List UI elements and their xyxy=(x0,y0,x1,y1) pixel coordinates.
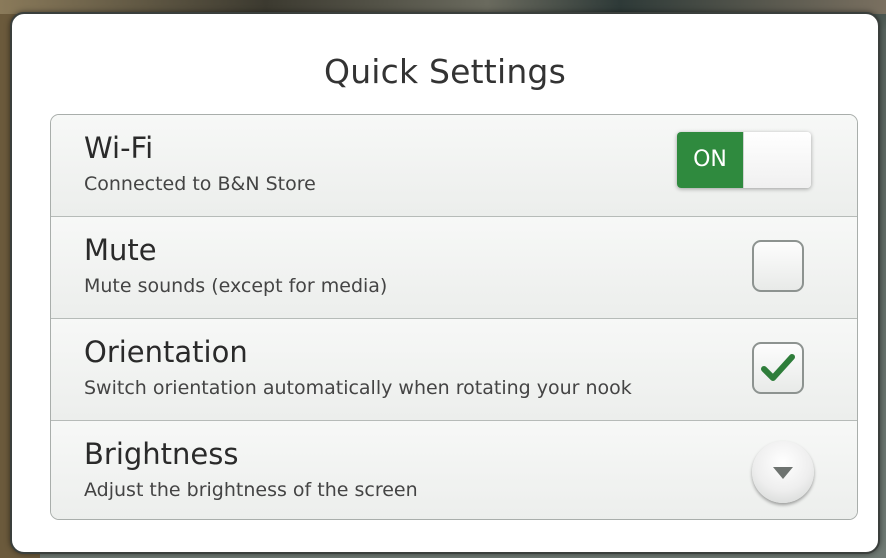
wifi-toggle-knob[interactable] xyxy=(743,132,811,188)
mute-checkbox[interactable] xyxy=(752,240,804,292)
orientation-checkbox[interactable] xyxy=(752,342,804,394)
chevron-down-icon xyxy=(773,467,793,479)
settings-list: Wi-Fi Connected to B&N Store ON Mute Mut… xyxy=(50,114,858,520)
orientation-title: Orientation xyxy=(84,335,248,369)
mute-title: Mute xyxy=(84,233,157,267)
wifi-subtitle: Connected to B&N Store xyxy=(84,173,316,195)
quick-settings-dialog: Quick Settings Wi-Fi Connected to B&N St… xyxy=(10,12,880,554)
settings-row-brightness[interactable]: Brightness Adjust the brightness of the … xyxy=(51,421,857,519)
settings-row-orientation[interactable]: Orientation Switch orientation automatic… xyxy=(51,319,857,421)
wifi-toggle[interactable]: ON xyxy=(677,132,811,188)
settings-row-wifi[interactable]: Wi-Fi Connected to B&N Store ON xyxy=(51,115,857,217)
brightness-subtitle: Adjust the brightness of the screen xyxy=(84,479,418,501)
brightness-dropdown-button[interactable] xyxy=(752,441,814,503)
wifi-title: Wi-Fi xyxy=(84,131,154,165)
orientation-subtitle: Switch orientation automatically when ro… xyxy=(84,377,632,399)
settings-row-mute[interactable]: Mute Mute sounds (except for media) xyxy=(51,217,857,319)
checkmark-icon xyxy=(761,354,795,381)
mute-subtitle: Mute sounds (except for media) xyxy=(84,275,388,297)
dialog-title: Quick Settings xyxy=(324,52,566,91)
brightness-title: Brightness xyxy=(84,437,239,471)
wifi-toggle-on-label: ON xyxy=(677,132,743,188)
